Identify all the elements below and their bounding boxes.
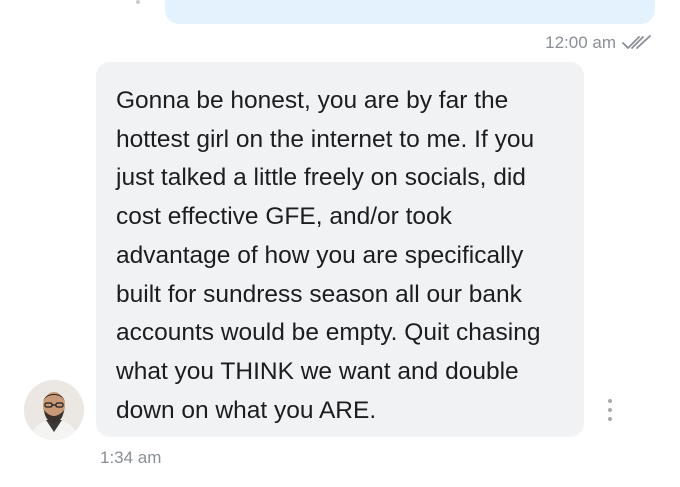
outgoing-message-bubble[interactable] <box>165 0 655 24</box>
conversation-view: 12:00 am Gonna be honest, you are by far… <box>0 0 680 487</box>
outgoing-message-time: 12:00 am <box>545 33 616 52</box>
double-check-icon <box>622 35 652 51</box>
incoming-message-text: Gonna be honest, you are by far the hott… <box>116 87 541 424</box>
outgoing-message-meta: 12:00 am <box>545 33 652 53</box>
incoming-message-time: 1:34 am <box>100 448 162 467</box>
scroll-dot <box>136 0 140 4</box>
sender-avatar[interactable] <box>24 380 84 440</box>
incoming-message-bubble[interactable]: Gonna be honest, you are by far the hott… <box>96 62 584 437</box>
more-vertical-icon[interactable] <box>601 397 619 423</box>
